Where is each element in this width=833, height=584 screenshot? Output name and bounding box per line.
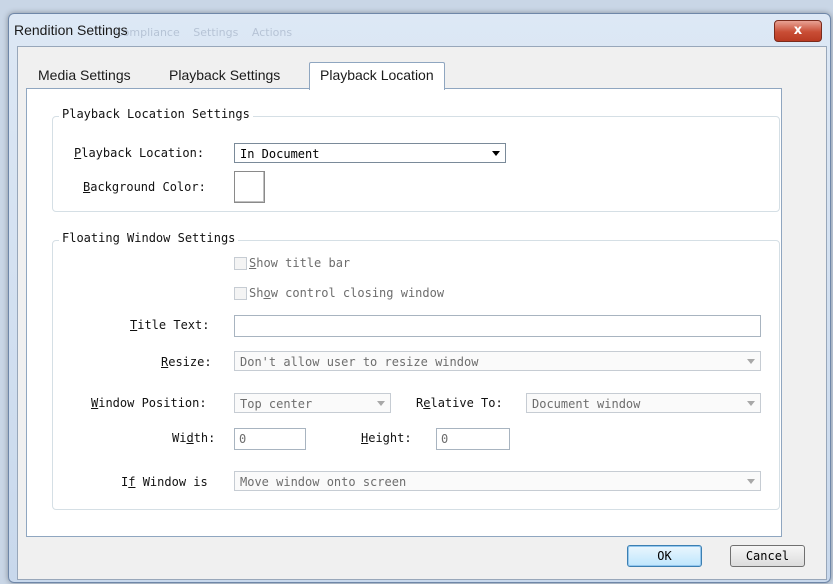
if-window-label: If Window is	[121, 475, 208, 489]
tab-playback-location[interactable]: Playback Location	[309, 62, 445, 90]
close-icon: x	[793, 23, 803, 38]
background-window-tabs: Compliance Settings Actions	[115, 26, 302, 39]
resize-value: Don't allow user to resize window	[240, 355, 479, 369]
playback-location-label: Playback Location:	[74, 146, 205, 160]
floating-window-legend: Floating Window Settings	[59, 231, 239, 245]
chevron-down-icon	[747, 401, 755, 406]
show-control-closing-option[interactable]: Show control closing window	[234, 286, 444, 300]
chevron-down-icon	[377, 401, 385, 406]
show-control-closing-checkbox[interactable]	[234, 287, 247, 300]
show-title-bar-option[interactable]: Show title bar	[234, 256, 350, 270]
playback-location-value: In Document	[240, 147, 320, 161]
tab-media-settings[interactable]: Media Settings	[38, 63, 131, 87]
resize-label: Resize:	[161, 355, 212, 369]
title-text-label: Title Text:	[130, 318, 210, 332]
background-tab: Actions	[251, 26, 293, 39]
chevron-down-icon	[747, 479, 755, 484]
window-position-value: Top center	[240, 397, 313, 411]
title-text-input[interactable]	[234, 315, 761, 337]
width-input[interactable]: 0	[234, 428, 306, 450]
chevron-down-icon	[492, 151, 500, 156]
window-position-select[interactable]: Top center	[234, 393, 391, 413]
window-position-label: Window Position:	[91, 396, 207, 410]
ok-button[interactable]: OK	[627, 545, 702, 567]
width-label: Width:	[172, 431, 216, 445]
playback-location-select[interactable]: In Document	[234, 143, 506, 163]
floating-window-group	[52, 240, 780, 510]
height-label: Height:	[361, 431, 412, 445]
background-color-swatch[interactable]	[234, 171, 265, 203]
playback-location-group	[52, 116, 780, 212]
show-title-bar-checkbox[interactable]	[234, 257, 247, 270]
background-color-label: Background Color:	[83, 180, 206, 194]
window-title: Rendition Settings	[14, 22, 128, 38]
if-window-value: Move window onto screen	[240, 475, 407, 489]
close-button[interactable]: x	[774, 20, 822, 42]
cancel-button[interactable]: Cancel	[730, 545, 805, 567]
relative-to-select[interactable]: Document window	[526, 393, 761, 413]
relative-to-value: Document window	[532, 397, 641, 411]
background-tab: Settings	[193, 26, 239, 39]
relative-to-label: Relative To:	[416, 396, 503, 410]
resize-select[interactable]: Don't allow user to resize window	[234, 351, 761, 371]
tab-playback-settings[interactable]: Playback Settings	[169, 63, 280, 87]
chevron-down-icon	[747, 359, 755, 364]
height-input[interactable]: 0	[436, 428, 510, 450]
playback-location-legend: Playback Location Settings	[59, 107, 253, 121]
if-window-select[interactable]: Move window onto screen	[234, 471, 761, 491]
